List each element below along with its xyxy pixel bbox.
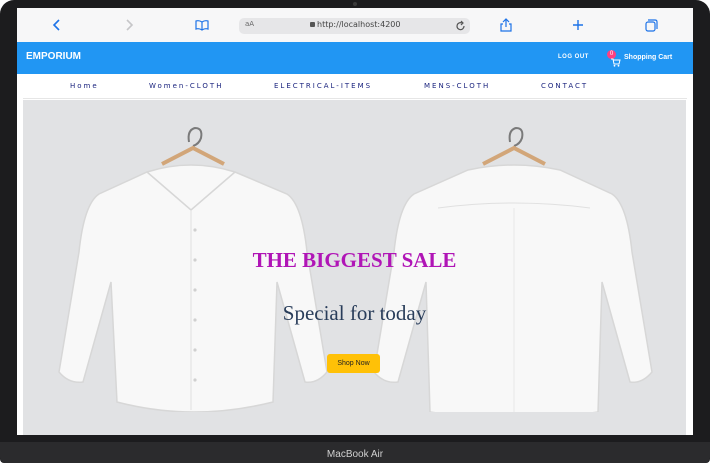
reload-icon[interactable]: [456, 19, 466, 37]
address-bar[interactable]: aA http://localhost:4200: [239, 18, 470, 34]
cart-icon: [611, 54, 621, 72]
menu-item-home[interactable]: Home: [70, 82, 99, 90]
tabs-icon[interactable]: [642, 16, 660, 34]
lock-icon: [310, 22, 315, 27]
cart-label: Shopping Cart: [624, 54, 673, 61]
back-icon[interactable]: [48, 16, 66, 34]
browser-screen: aA http://localhost:4200 EMPORIUM LOG OU…: [17, 8, 693, 435]
reader-icon[interactable]: [193, 16, 211, 34]
text-size-button[interactable]: aA: [245, 20, 254, 28]
hero-subtitle: Special for today: [282, 301, 427, 325]
camera-dot: [353, 2, 357, 6]
menu-item-women-cloth[interactable]: Women-CLOTH: [149, 82, 223, 90]
menu-item-mens-cloth[interactable]: MENS-CLOTH: [424, 82, 490, 90]
browser-toolbar: aA http://localhost:4200: [17, 8, 693, 43]
menu-item-contact[interactable]: CONTACT: [541, 82, 588, 90]
share-icon[interactable]: [497, 16, 515, 34]
category-menu: Home Women-CLOTH ELECTRICAL-ITEMS MENS-C…: [23, 74, 687, 99]
shop-now-button[interactable]: Shop Now: [327, 354, 380, 373]
menu-item-electrical-items[interactable]: ELECTRICAL-ITEMS: [274, 82, 372, 90]
hero-title: THE BIGGEST SALE: [252, 248, 457, 272]
brand-logo[interactable]: EMPORIUM: [26, 51, 81, 62]
forward-icon[interactable]: [120, 16, 138, 34]
laptop-frame: aA http://localhost:4200 EMPORIUM LOG OU…: [0, 0, 710, 463]
laptop-chin: MacBook Air: [0, 442, 710, 463]
top-navbar: EMPORIUM LOG OUT 0 Shopping Cart: [17, 42, 693, 74]
hero-banner: THE BIGGEST SALE Special for today Shop …: [23, 100, 686, 435]
logout-link[interactable]: LOG OUT: [558, 54, 589, 60]
url-text[interactable]: http://localhost:4200: [317, 20, 400, 29]
new-tab-icon[interactable]: [569, 16, 587, 34]
laptop-model-label: MacBook Air: [326, 449, 384, 460]
